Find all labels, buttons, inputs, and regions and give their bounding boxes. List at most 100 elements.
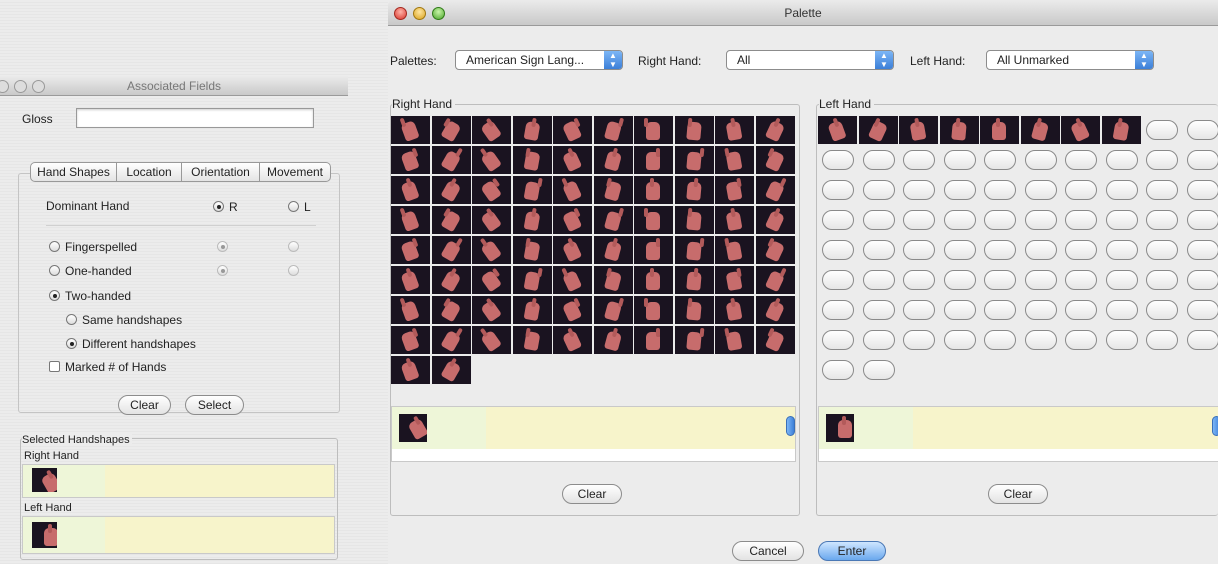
handshape-tile[interactable] [755,116,795,144]
handshape-tile[interactable] [593,266,633,294]
empty-handshape-slot[interactable] [862,240,895,260]
handshape-tile[interactable] [391,146,430,174]
empty-handshape-slot[interactable] [862,300,895,320]
marked-hands-checkbox[interactable] [49,361,60,372]
empty-handshape-slot[interactable] [984,270,1016,290]
handshape-tile[interactable] [512,176,552,204]
empty-handshape-slot[interactable] [1024,330,1057,350]
empty-handshape-slot[interactable] [1065,180,1097,200]
handshape-tile[interactable] [472,236,511,264]
empty-handshape-slot[interactable] [943,330,976,350]
empty-handshape-slot[interactable] [862,150,895,170]
handshape-tile[interactable] [512,236,552,264]
empty-handshape-slot[interactable] [1065,270,1097,290]
handshape-tile[interactable] [553,146,592,174]
clear-button[interactable]: Clear [118,395,171,415]
handshape-tile[interactable] [755,326,795,354]
handshape-tile[interactable] [715,206,754,234]
empty-handshape-slot[interactable] [1186,150,1218,170]
handshape-tile[interactable] [818,116,857,144]
handshape-tile[interactable] [553,176,592,204]
empty-handshape-slot[interactable] [1065,240,1097,260]
handshape-tile[interactable] [512,326,552,354]
handshape-tile[interactable] [634,206,673,234]
empty-handshape-slot[interactable] [822,240,854,260]
handshape-tile[interactable] [674,206,714,234]
tab-orientation[interactable]: Orientation [181,162,260,182]
handshape-tile[interactable] [980,116,1019,144]
tab-hand-shapes[interactable]: Hand Shapes [30,162,117,182]
empty-handshape-slot[interactable] [1146,330,1178,350]
handshape-tile[interactable] [674,236,714,264]
scrollbar-thumb[interactable] [786,416,795,436]
handshape-tile[interactable] [512,296,552,324]
empty-handshape-slot[interactable] [822,360,854,380]
empty-handshape-slot[interactable] [1186,120,1218,140]
empty-handshape-slot[interactable] [822,210,854,230]
select-button[interactable]: Select [185,395,244,415]
palettes-select[interactable]: American Sign Lang... ▲ ▼ [455,50,623,70]
handshape-tile[interactable] [553,116,592,144]
empty-handshape-slot[interactable] [1105,330,1138,350]
close-icon[interactable] [394,7,407,20]
empty-handshape-slot[interactable] [903,330,935,350]
cancel-button[interactable]: Cancel [732,541,804,561]
handshape-tile[interactable] [674,176,714,204]
empty-handshape-slot[interactable] [984,240,1016,260]
handshape-tile[interactable] [593,176,633,204]
handshape-tile[interactable] [431,326,471,354]
empty-handshape-slot[interactable] [1065,150,1097,170]
empty-handshape-slot[interactable] [1105,150,1138,170]
handshape-tile[interactable] [431,356,471,384]
handshape-tile[interactable] [674,146,714,174]
handshape-tile[interactable] [391,176,430,204]
empty-handshape-slot[interactable] [1024,300,1057,320]
handshape-tile[interactable] [553,326,592,354]
empty-handshape-slot[interactable] [1024,210,1057,230]
handshape-tile[interactable] [715,146,754,174]
handshape-tile[interactable] [715,236,754,264]
handshape-tile[interactable] [391,266,430,294]
empty-handshape-slot[interactable] [822,300,854,320]
handshape-tile[interactable] [553,236,592,264]
empty-handshape-slot[interactable] [862,360,895,380]
handshape-tile[interactable] [674,116,714,144]
handshape-tile[interactable] [512,146,552,174]
empty-handshape-slot[interactable] [1024,240,1057,260]
handshape-tile[interactable] [634,146,673,174]
handshape-tile[interactable] [431,236,471,264]
empty-handshape-slot[interactable] [822,150,854,170]
empty-handshape-slot[interactable] [1186,180,1218,200]
empty-handshape-slot[interactable] [1146,150,1178,170]
handshape-tile[interactable] [472,146,511,174]
handshape-tile[interactable] [472,266,511,294]
handshape-tile[interactable] [755,266,795,294]
handshape-tile[interactable] [634,176,673,204]
handshape-tile[interactable] [755,296,795,324]
handshape-tile[interactable] [431,296,471,324]
handshape-tile[interactable] [858,116,898,144]
empty-handshape-slot[interactable] [822,330,854,350]
empty-handshape-slot[interactable] [1024,180,1057,200]
empty-handshape-slot[interactable] [1065,210,1097,230]
empty-handshape-slot[interactable] [984,300,1016,320]
empty-handshape-slot[interactable] [984,210,1016,230]
fingerspelled-l-radio[interactable] [288,241,299,252]
empty-handshape-slot[interactable] [943,210,976,230]
empty-handshape-slot[interactable] [1146,210,1178,230]
minimize-icon[interactable] [413,7,426,20]
handshape-tile[interactable] [1020,116,1060,144]
handshape-tile[interactable] [634,296,673,324]
empty-handshape-slot[interactable] [1105,270,1138,290]
handshape-tile[interactable] [826,414,854,442]
handshape-tile[interactable] [1061,116,1100,144]
empty-handshape-slot[interactable] [943,240,976,260]
empty-handshape-slot[interactable] [984,150,1016,170]
handshape-tile[interactable] [431,116,471,144]
empty-handshape-slot[interactable] [1105,240,1138,260]
handshape-tile[interactable] [634,116,673,144]
handshape-tile[interactable] [715,296,754,324]
handshape-tile[interactable] [553,266,592,294]
empty-handshape-slot[interactable] [1186,210,1218,230]
handshape-tile[interactable] [399,414,427,442]
